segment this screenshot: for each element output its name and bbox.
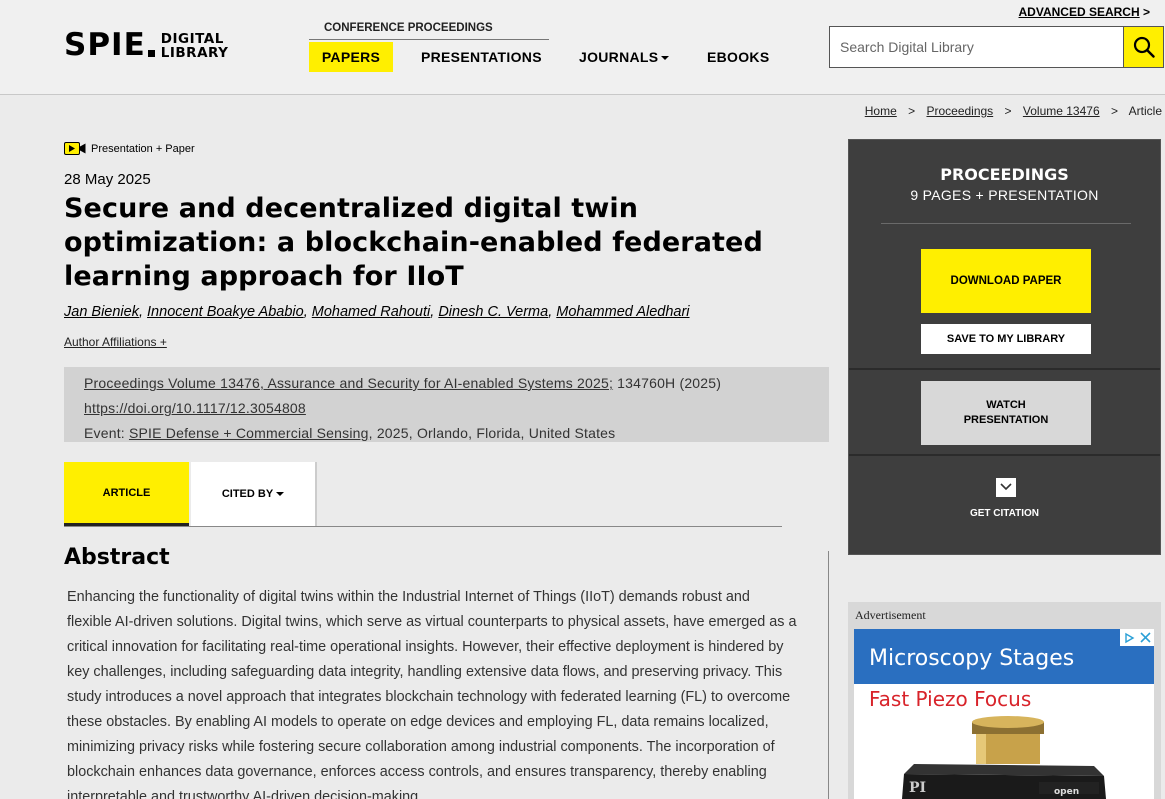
nav-journals-label: JOURNALS xyxy=(579,49,659,65)
breadcrumb-volume[interactable]: Volume 13476 xyxy=(1023,104,1100,118)
author-link[interactable]: Dinesh C. Verma xyxy=(438,304,548,320)
watch-label: WATCH xyxy=(986,399,1026,411)
breadcrumb-proceedings[interactable]: Proceedings xyxy=(926,104,993,118)
breadcrumb: Home > Proceedings > Volume 13476 > Arti… xyxy=(865,104,1162,118)
advanced-search-label: ADVANCED SEARCH xyxy=(1018,5,1140,19)
sidebar-title: PROCEEDINGS xyxy=(940,165,1069,184)
nav-presentations[interactable]: PRESENTATIONS xyxy=(421,42,542,72)
doi-line: https://doi.org/10.1117/12.3054808 xyxy=(84,396,809,421)
conference-divider xyxy=(309,39,549,40)
ad-controls xyxy=(1120,629,1154,646)
search-button[interactable] xyxy=(1123,26,1164,68)
conference-proceedings-label: CONFERENCE PROCEEDINGS xyxy=(324,22,493,34)
logo-subtitle: DIGITAL LIBRARY xyxy=(161,32,229,60)
abstract-heading: Abstract xyxy=(64,545,170,570)
author-affiliations-toggle[interactable]: Author Affiliations + xyxy=(64,335,167,349)
event-details: , 2025, Orlando, Florida, United States xyxy=(368,425,616,441)
doi-link[interactable]: https://doi.org/10.1117/12.3054808 xyxy=(84,400,306,416)
sidebar-watch-section: WATCH PRESENTATION xyxy=(849,372,1160,456)
logo-sub-library: LIBRARY xyxy=(160,44,229,61)
breadcrumb-separator: > xyxy=(1004,104,1012,118)
author-link[interactable]: Jan Bieniek xyxy=(64,304,139,320)
caret-down-icon xyxy=(276,492,285,497)
spie-logo[interactable]: SPIE DIGITAL LIBRARY xyxy=(64,30,228,61)
nav-ebooks[interactable]: EBOOKS xyxy=(707,42,769,72)
ad-body[interactable]: Fast Piezo Focus open PI xyxy=(854,684,1154,799)
ad-headline: Microscopy Stages xyxy=(869,646,1075,671)
nav-papers[interactable]: PAPERS xyxy=(309,42,393,72)
get-citation-toggle[interactable] xyxy=(996,478,1016,497)
sidebar-divider xyxy=(881,223,1131,224)
advertisement: Advertisement Microscopy Stages Fast Pie… xyxy=(848,602,1161,799)
tab-divider xyxy=(64,526,782,527)
search-box xyxy=(829,26,1124,68)
advanced-search-link[interactable]: ADVANCED SEARCH > xyxy=(1019,5,1150,19)
author-link[interactable]: Innocent Boakye Ababio xyxy=(147,304,304,320)
site-header: SPIE DIGITAL LIBRARY ADVANCED SEARCH > C… xyxy=(0,0,1165,95)
get-citation-label[interactable]: GET CITATION xyxy=(849,508,1160,519)
proceedings-info-box: Proceedings Volume 13476, Assurance and … xyxy=(64,367,829,442)
proceedings-volume-link[interactable]: Proceedings Volume 13476, Assurance and … xyxy=(84,375,613,391)
advertisement-label: Advertisement xyxy=(855,608,926,622)
ad-open-text: open xyxy=(1054,787,1079,797)
advanced-search-arrow: > xyxy=(1142,5,1150,19)
proceedings-sidebar: PROCEEDINGS 9 PAGES + PRESENTATION DOWNL… xyxy=(848,139,1161,555)
event-link[interactable]: SPIE Defense + Commercial Sensing xyxy=(129,425,369,441)
event-label: Event: xyxy=(84,425,129,441)
article-title: Secure and decentralized digital twin op… xyxy=(64,193,763,292)
author-list: Jan Bieniek, Innocent Boakye Ababio, Moh… xyxy=(64,304,690,320)
caret-down-icon xyxy=(661,56,670,61)
logo-spie-text: SPIE xyxy=(64,27,146,63)
content-vertical-divider xyxy=(828,551,829,799)
abstract-text: Enhancing the functionality of digital t… xyxy=(67,589,797,799)
ad-close-icon[interactable] xyxy=(1137,629,1154,646)
proceedings-line: Proceedings Volume 13476, Assurance and … xyxy=(84,371,809,396)
logo-dot xyxy=(147,50,155,57)
video-camera-icon xyxy=(64,142,86,155)
watch-label-2: PRESENTATION xyxy=(963,414,1049,426)
presentation-paper-badge: Presentation + Paper xyxy=(64,142,195,155)
nav-journals[interactable]: JOURNALS xyxy=(579,42,670,72)
breadcrumb-separator: > xyxy=(908,104,916,118)
tab-cited-by-label: CITED BY xyxy=(221,488,274,500)
chevron-down-icon xyxy=(1000,483,1012,491)
search-icon xyxy=(1133,36,1155,58)
breadcrumb-home[interactable]: Home xyxy=(865,104,897,118)
sidebar-subtitle: 9 PAGES + PRESENTATION xyxy=(910,187,1099,203)
event-line: Event: SPIE Defense + Commercial Sensing… xyxy=(84,421,809,446)
tab-article[interactable]: ARTICLE xyxy=(64,462,189,527)
author-separator: , xyxy=(303,304,312,320)
download-paper-button[interactable]: DOWNLOAD PAPER xyxy=(921,249,1091,313)
author-link[interactable]: Mohamed Rahouti xyxy=(312,304,431,320)
author-link[interactable]: Mohammed Aledhari xyxy=(556,304,689,320)
publication-date: 28 May 2025 xyxy=(64,171,151,188)
ad-banner[interactable]: Microscopy Stages xyxy=(854,629,1154,684)
breadcrumb-article: Article xyxy=(1128,104,1162,118)
proceedings-article-id: 134760H (2025) xyxy=(613,375,722,391)
save-to-library-button[interactable]: SAVE TO MY LIBRARY xyxy=(921,324,1091,354)
search-input[interactable] xyxy=(830,27,1123,67)
sidebar-download-section: PROCEEDINGS 9 PAGES + PRESENTATION DOWNL… xyxy=(849,140,1160,370)
badge-label: Presentation + Paper xyxy=(91,142,195,155)
microscope-stage-image: open PI xyxy=(902,716,1106,799)
author-separator: , xyxy=(138,304,148,320)
adchoices-icon[interactable] xyxy=(1120,629,1137,646)
ad-pi-brand: PI xyxy=(909,780,926,796)
tab-cited-by[interactable]: CITED BY xyxy=(191,462,317,527)
watch-presentation-button[interactable]: WATCH PRESENTATION xyxy=(921,381,1091,445)
breadcrumb-separator: > xyxy=(1110,104,1118,118)
